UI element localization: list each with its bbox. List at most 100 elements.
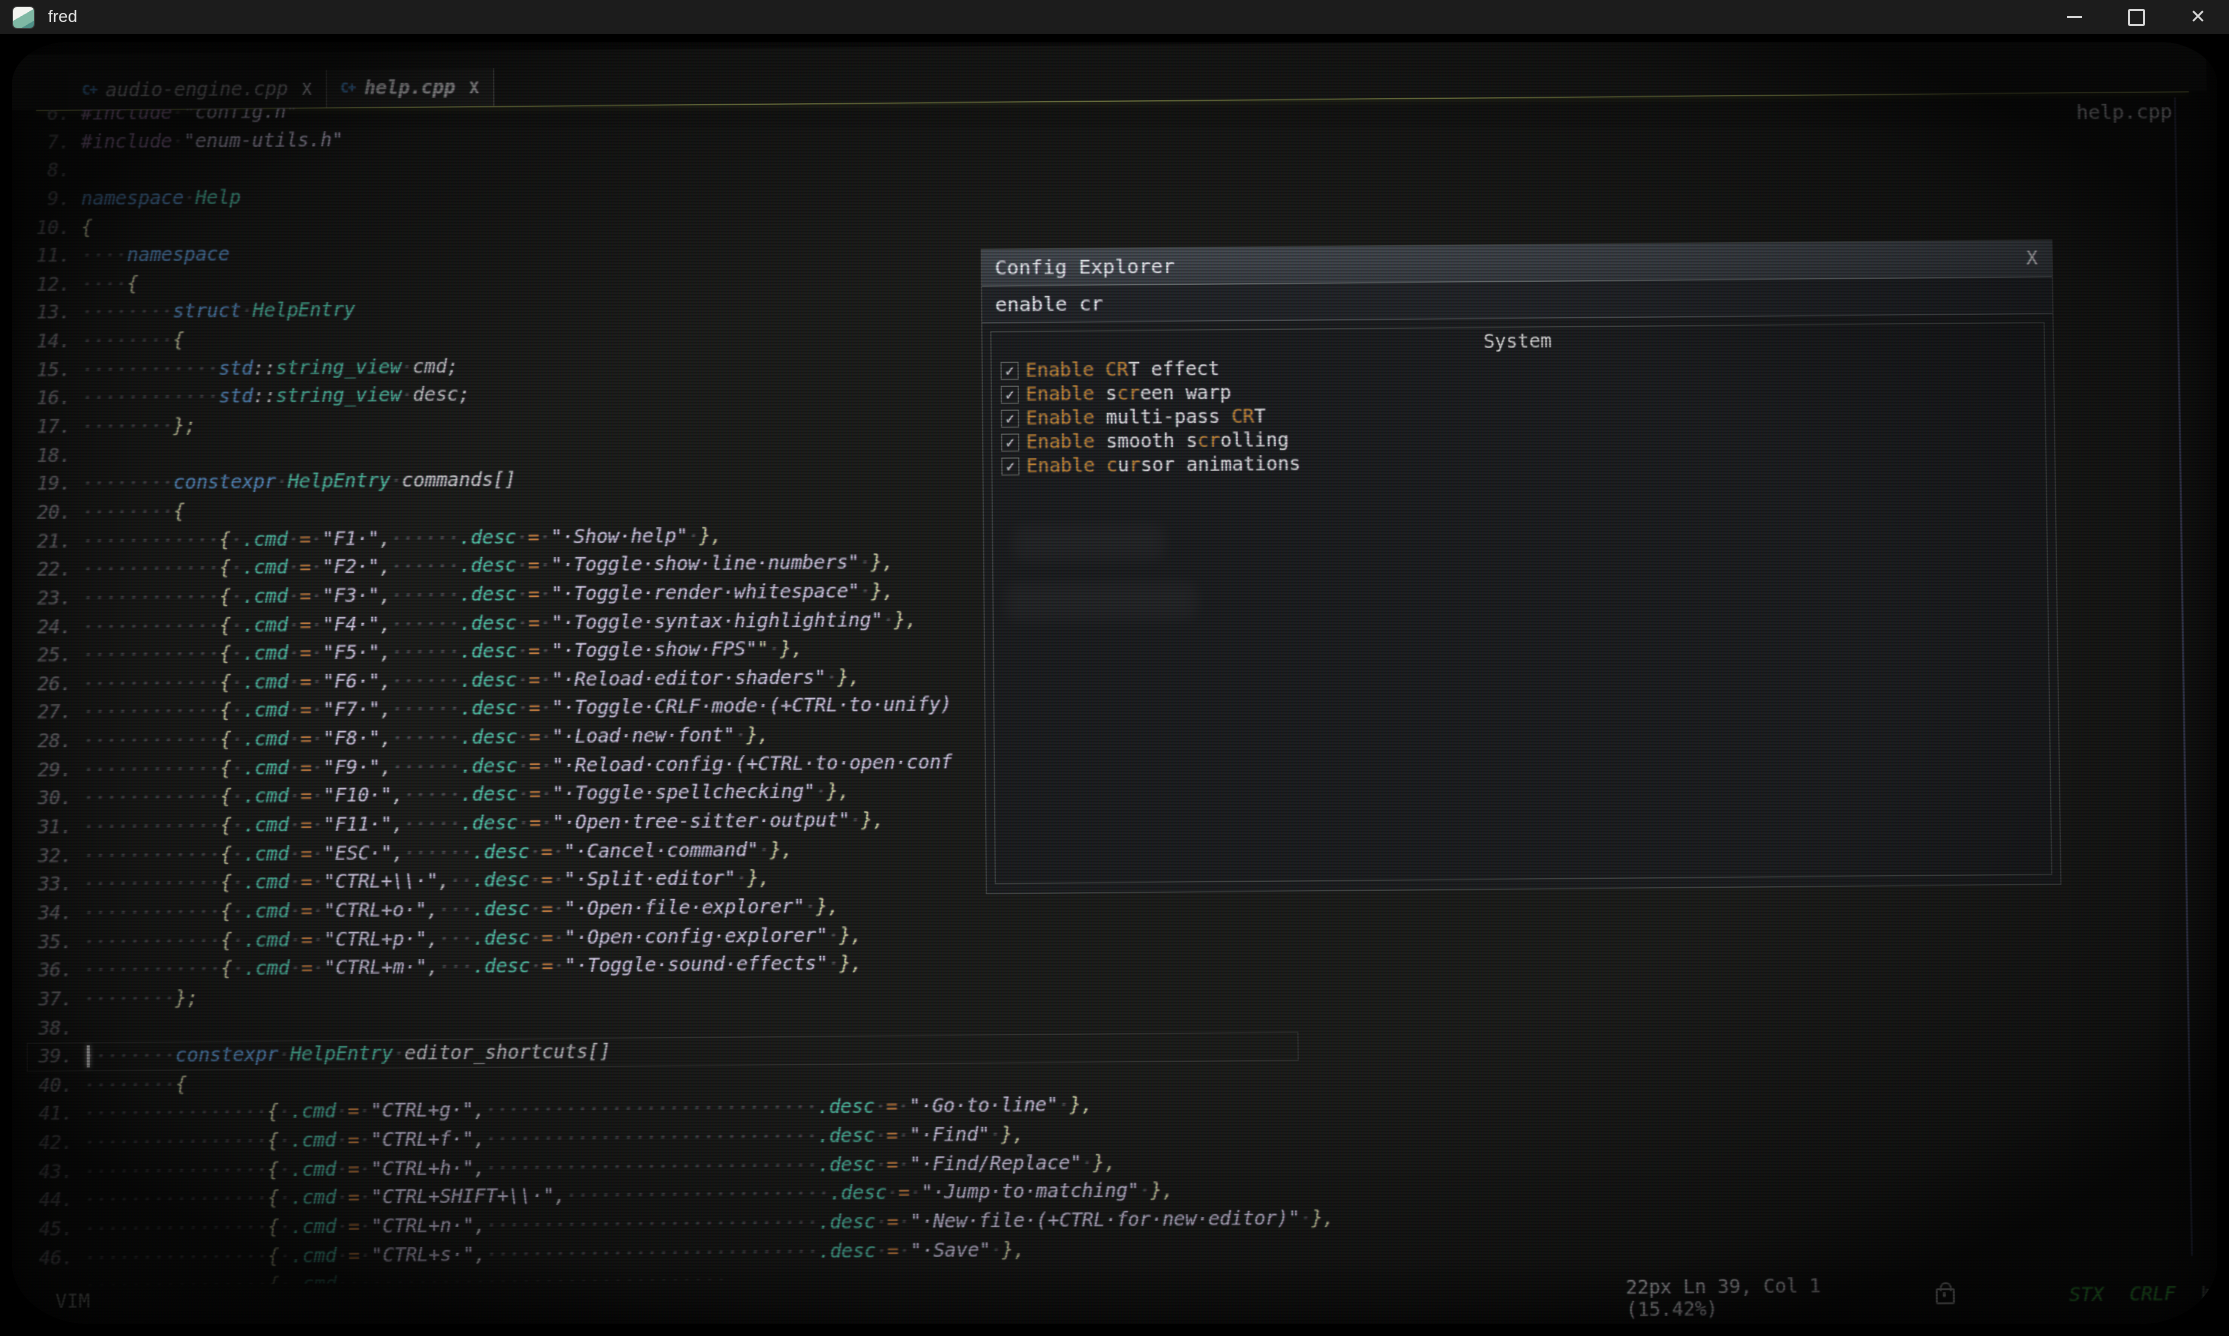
text-segment: Enable <box>1025 358 1094 382</box>
text-segment: = <box>529 783 541 805</box>
text-segment: · <box>232 958 244 980</box>
text-segment: ········ <box>82 330 173 353</box>
line-number: 30. <box>26 784 83 813</box>
text-segment: · <box>279 1101 291 1123</box>
line-number: 40. <box>27 1071 84 1100</box>
text-segment: "F11·" <box>323 813 392 836</box>
cpp-file-icon: C+ <box>340 80 355 96</box>
text-segment: · <box>758 839 770 861</box>
text-segment: { <box>220 757 232 779</box>
text-segment: { <box>221 929 233 951</box>
tab-help.cpp[interactable]: C+help.cppX <box>326 68 494 107</box>
text-segment: · <box>184 187 195 209</box>
text-segment: = <box>528 583 540 605</box>
text-segment: · <box>875 1096 887 1118</box>
text-segment: struct <box>173 300 242 322</box>
text-segment: , <box>392 813 404 835</box>
text-segment: { <box>219 586 231 608</box>
text-segment: { <box>220 786 232 808</box>
text-segment: "·Toggle·syntax·highlighting" <box>551 609 883 634</box>
text-segment: · <box>359 1129 371 1151</box>
checkbox-checked-icon[interactable]: ✓ <box>1001 386 1019 404</box>
text-segment: "F9·" <box>323 756 380 778</box>
text-segment: · <box>990 1124 1002 1146</box>
app-icon <box>13 7 34 28</box>
text-segment: · <box>517 583 529 605</box>
text-segment: · <box>518 783 530 805</box>
popup-close-button[interactable]: X <box>2026 241 2038 277</box>
text-segment: .desc <box>817 1096 874 1119</box>
text-segment: #include <box>81 130 172 153</box>
checkbox-checked-icon[interactable]: ✓ <box>1001 362 1019 380</box>
text-segment: , <box>474 1243 486 1265</box>
text-segment: .cmd <box>243 643 289 665</box>
text-segment: = <box>301 900 313 922</box>
text-segment: · <box>553 898 565 920</box>
minimize-button[interactable] <box>2043 0 2105 34</box>
text-segment: , <box>379 556 391 578</box>
text-segment: = <box>300 642 312 664</box>
text-segment: { <box>220 614 232 636</box>
text-segment: · <box>1081 1152 1093 1174</box>
text-segment: ······ <box>391 584 460 607</box>
text-segment: { <box>219 557 231 579</box>
text-segment: ················ <box>84 1216 268 1240</box>
text-segment: · <box>898 1124 910 1146</box>
text-segment: · <box>541 812 553 834</box>
text-segment: · <box>553 869 565 891</box>
text-segment: .cmd <box>243 814 289 836</box>
text-segment: ··· <box>439 956 473 978</box>
text-segment: · <box>910 1182 922 1204</box>
tab-audio-engine.cpp[interactable]: C+audio-engine.cppX <box>68 70 327 110</box>
text-segment: ········ <box>82 472 173 495</box>
text-segment: .cmd <box>244 958 290 980</box>
text-segment: · <box>172 130 183 152</box>
checkbox-checked-icon[interactable]: ✓ <box>1001 410 1019 428</box>
line-number: 11. <box>25 242 82 271</box>
text-segment: · <box>288 557 300 579</box>
file-badge: help.cpp <box>2003 99 2173 124</box>
text-segment: "·Split·editor" <box>564 868 736 892</box>
text-segment: .cmd <box>243 872 289 894</box>
tab-close-icon[interactable]: X <box>302 79 312 98</box>
checkbox-checked-icon[interactable]: ✓ <box>1001 457 1019 475</box>
text-segment: = <box>301 929 313 951</box>
tab-close-icon[interactable]: X <box>469 78 479 97</box>
text-segment: · <box>539 554 551 576</box>
text-segment: · <box>241 300 253 322</box>
text-segment: · <box>290 957 302 979</box>
text-segment: , <box>380 642 392 664</box>
text-segment: · <box>232 901 244 923</box>
text-segment: ····························· <box>485 1154 818 1179</box>
text-segment: .desc <box>460 726 517 748</box>
text-segment: "·Jump·to·matching" <box>921 1180 1139 1204</box>
text-segment: .desc <box>818 1154 875 1177</box>
text-segment: :: <box>253 357 276 379</box>
text-segment: "F6·" <box>323 670 380 692</box>
text-segment: · <box>279 1130 291 1152</box>
line-number: 31. <box>26 813 83 842</box>
text-segment: · <box>826 666 838 688</box>
text-segment: · <box>289 700 301 722</box>
checkbox-checked-icon[interactable]: ✓ <box>1001 434 1019 452</box>
text-segment: ············ <box>82 529 219 552</box>
text-segment: · <box>231 672 243 694</box>
text-segment: · <box>875 1125 887 1147</box>
text-segment: = <box>886 1096 898 1118</box>
maximize-button[interactable] <box>2105 0 2167 34</box>
text-segment: }, <box>827 781 850 803</box>
line-number: 38. <box>27 1014 84 1043</box>
close-button[interactable]: ✕ <box>2167 0 2229 34</box>
text-segment: olling <box>1220 428 1289 453</box>
text-segment: · <box>530 955 542 977</box>
line-number: 27. <box>26 699 83 728</box>
text-segment: · <box>990 1239 1002 1261</box>
text-segment: "F8·" <box>323 728 380 750</box>
text-segment: "·Go·to·line" <box>909 1094 1058 1117</box>
text-segment: { <box>267 1130 279 1152</box>
text-segment: · <box>232 815 244 837</box>
text-segment: }, <box>770 838 793 860</box>
text-segment: .cmd <box>291 1216 337 1239</box>
text-segment: "CTRL+\\·" <box>324 870 439 893</box>
text-segment: · <box>289 785 301 807</box>
